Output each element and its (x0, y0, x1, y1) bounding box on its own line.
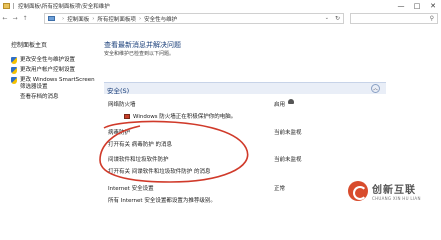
row-description-text: Windows 防火墙正在积极保护你的电脑。 (133, 114, 237, 120)
breadcrumb-all-items[interactable]: 所有控制面板项 (97, 15, 136, 23)
search-icon: ⚲ (429, 15, 434, 22)
page-title: 查看最新消息并解决问题 (104, 41, 181, 49)
firewall-row: 网络防火墙 启用 Windows 防火墙正在积极保护你的电脑。 (108, 100, 384, 120)
brand-logo-icon (348, 181, 368, 201)
chevron-down-icon[interactable]: ⌄ (325, 14, 329, 23)
sidebar-item-label: 更改安全性与维护设置 (20, 57, 76, 63)
refresh-icon[interactable]: ↻ (335, 14, 340, 23)
minimize-button[interactable]: — (393, 0, 409, 12)
titlebar-divider (13, 3, 14, 9)
sidebar-item-label: 更改用户帐户控制设置 (20, 67, 76, 73)
row-status: 当前未监视 (274, 157, 302, 163)
row-description: Windows 防火墙正在积极保护你的电脑。 (108, 112, 384, 120)
sidebar-item-change-uac-settings[interactable]: 更改用户帐户控制设置 (11, 67, 101, 74)
firewall-settings-icon[interactable] (287, 98, 295, 106)
close-button[interactable]: ✕ (425, 0, 441, 12)
control-panel-home-link[interactable]: 控制面板主页 (11, 40, 101, 50)
shield-icon (11, 67, 17, 74)
row-title: 间谍软件和垃圾软件防护 (108, 157, 169, 163)
forward-button[interactable]: → (10, 15, 20, 22)
control-panel-icon (3, 3, 10, 9)
watermark-name-cn: 创新互联 (372, 185, 416, 196)
shield-icon (11, 57, 17, 64)
badge-icon (288, 99, 294, 104)
row-status: 启用 (274, 102, 286, 108)
breadcrumb-separator: › (92, 15, 95, 22)
breadcrumb-separator: › (62, 15, 65, 22)
window-title: 控制面板\所有控制面板项\安全和维护 (18, 4, 110, 10)
sidebar-item-change-security-settings[interactable]: 更改安全性与维护设置 (11, 57, 101, 64)
spyware-protection-row: 间谍软件和垃圾软件防护 当前未监视 打开有关 间谍软件和垃圾软件防护 的消息 (108, 155, 384, 175)
window-controls: — □ ✕ (393, 0, 441, 12)
sidebar-item-label: 查看存档的消息 (20, 94, 59, 100)
row-title: Internet 安全设置 (108, 186, 154, 192)
sidebar-item-label: 更改 Windows SmartScreen 筛选器设置 (20, 77, 95, 90)
watermark: 创新互联 CHUANG XIN HU LIAN (348, 179, 438, 203)
up-button[interactable]: ↑ (20, 15, 30, 22)
internet-security-row: Internet 安全设置 正常 所有 Internet 安全设置都设置为推荐级… (108, 184, 384, 204)
security-section-label: 安全(S) (107, 87, 130, 95)
row-status: 正常 (274, 186, 286, 192)
row-status: 当前未监视 (274, 130, 302, 136)
watermark-text: 创新互联 CHUANG XIN HU LIAN (372, 181, 421, 201)
breadcrumb-separator: › (138, 15, 142, 22)
virus-protection-row: 病毒防护 当前未监视 打开有关 病毒防护 的消息 (108, 128, 384, 148)
search-input[interactable]: ⚲ (350, 13, 438, 24)
back-button[interactable]: ← (0, 15, 10, 22)
maximize-button[interactable]: □ (409, 0, 425, 12)
sidebar-item-change-smartscreen-settings[interactable]: 更改 Windows SmartScreen 筛选器设置 (11, 77, 101, 91)
spyware-protection-messages-link[interactable]: 打开有关 间谍软件和垃圾软件防护 的消息 (108, 167, 384, 175)
title-bar: 控制面板\所有控制面板项\安全和维护 — □ ✕ (0, 0, 441, 12)
address-bar[interactable]: › 控制面板 › 所有控制面板项 › 安全性与维护 ⌄ ↻ (44, 13, 344, 24)
breadcrumb-security-maintenance[interactable]: 安全性与维护 (144, 15, 177, 23)
shield-icon (11, 77, 17, 84)
row-title: 病毒防护 (108, 130, 131, 136)
security-section-header[interactable]: 安全(S) ︿ (104, 82, 386, 95)
virus-protection-messages-link[interactable]: 打开有关 病毒防护 的消息 (108, 140, 384, 148)
collapse-icon[interactable]: ︿ (371, 84, 380, 93)
watermark-name-en: CHUANG XIN HU LIAN (372, 196, 421, 201)
firewall-icon (124, 114, 130, 119)
breadcrumb-control-panel[interactable]: 控制面板 (67, 15, 89, 23)
row-description: 所有 Internet 安全设置都设置为推荐级别。 (108, 198, 216, 204)
sidebar-item-archived-messages[interactable]: 查看存档的消息 (11, 94, 101, 101)
sidebar: 控制面板主页 更改安全性与维护设置 更改用户帐户控制设置 更改 Windows … (11, 40, 101, 101)
row-title: 网络防火墙 (108, 102, 136, 108)
address-row: ← → ↑ › 控制面板 › 所有控制面板项 › 安全性与维护 ⌄ ↻ ⚲ (0, 13, 441, 24)
main-content: 查看最新消息并解决问题 安全和维护已检查到以下问题。 (104, 40, 384, 59)
folder-icon (48, 16, 55, 21)
page-subtitle: 安全和维护已检查到以下问题。 (104, 51, 175, 57)
